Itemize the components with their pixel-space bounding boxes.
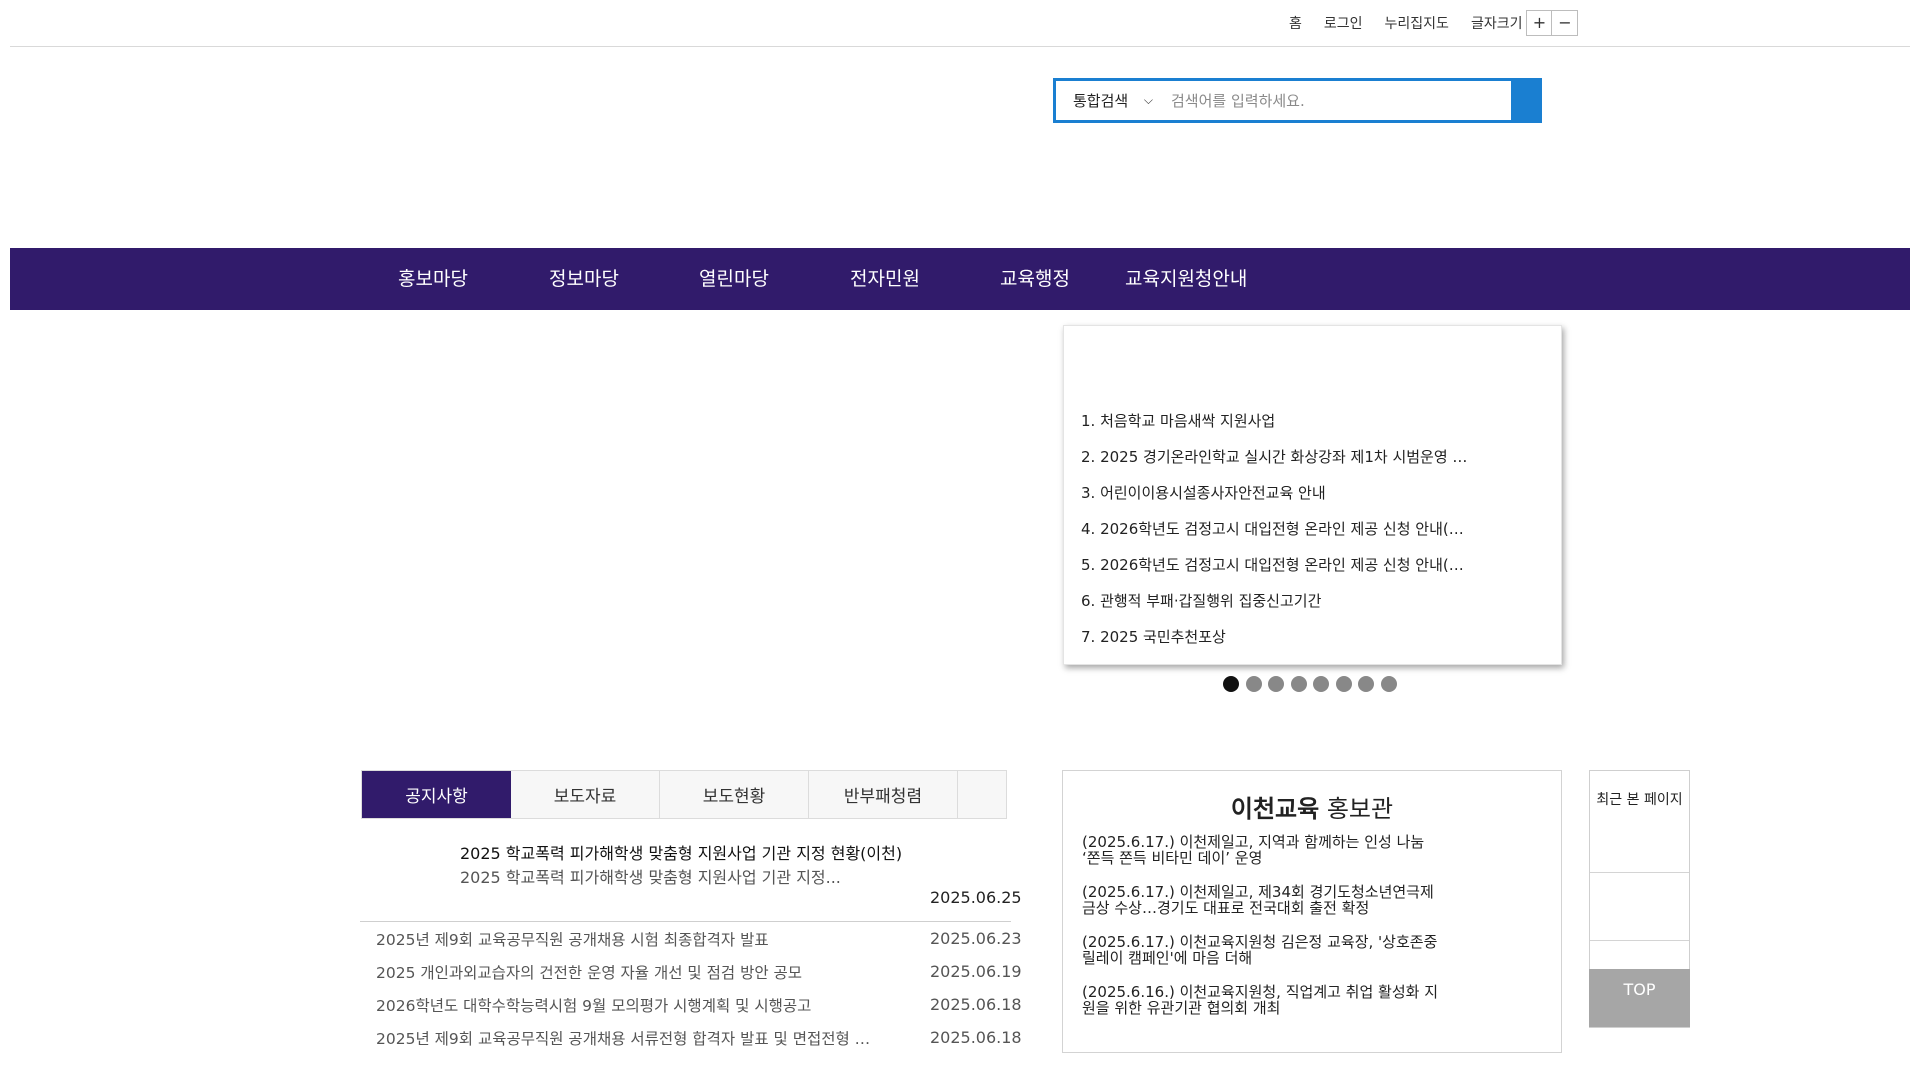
popular-item[interactable]: 2. 2025 경기온라인학교 실시간 화상강좌 제1차 시범운영 … (1081, 446, 1467, 467)
featured-notice-date: 2025.06.25 (930, 888, 1022, 907)
popular-item[interactable]: 6. 관행적 부패·갑질행위 집중신고기간 (1081, 590, 1321, 611)
font-decrease-button[interactable]: − (1552, 10, 1579, 36)
notice-date: 2025.06.18 (930, 1028, 1022, 1047)
notice-title[interactable]: 2025년 제9회 교육공무직원 공개채용 시험 최종합격자 발표 (376, 928, 769, 950)
divider (360, 921, 1011, 922)
nav-item-administration[interactable]: 교육행정 (1000, 248, 1070, 310)
popular-item[interactable]: 3. 어린이이용시설종사자안전교육 안내 (1081, 482, 1326, 503)
promotion-item[interactable]: (2025.6.17.) 이천교육지원청 김은정 교육장, '상호존중 릴레이 … (1082, 934, 1442, 966)
popular-item[interactable]: 4. 2026학년도 검정고시 대입전형 온라인 제공 신청 안내(… (1081, 518, 1464, 539)
slider-dot[interactable] (1268, 676, 1284, 692)
promotion-title: 이천교육 홍보관 (1063, 789, 1561, 824)
slider-dot[interactable] (1358, 676, 1374, 692)
font-size-label: 글자크기 (1470, 16, 1523, 32)
search-scope-select[interactable]: 통합검색 ⌵ (1056, 81, 1161, 120)
popular-item[interactable]: 1. 처음학교 마음새싹 지원사업 (1081, 410, 1275, 431)
login-link[interactable]: 로그인 (1324, 13, 1363, 33)
nav-item-e-petition[interactable]: 전자민원 (850, 248, 920, 310)
slider-dot[interactable] (1223, 676, 1239, 692)
promotion-title-rest: 홍보관 (1319, 795, 1394, 823)
tab-press-releases[interactable]: 보도자료 (511, 771, 660, 818)
slider-dot[interactable] (1313, 676, 1329, 692)
promotion-panel: 이천교육 홍보관 (2025.6.17.) 이천제일고, 지역과 함께하는 인성… (1062, 770, 1562, 1053)
slider-dot[interactable] (1245, 676, 1262, 692)
tab-press-status[interactable]: 보도현황 (660, 771, 809, 818)
popular-item[interactable]: 5. 2026학년도 검정고시 대입전형 온라인 제공 신청 안내(… (1081, 554, 1464, 575)
slider-dot[interactable] (1335, 676, 1352, 692)
notice-date: 2025.06.18 (930, 995, 1022, 1014)
tab-anti-corruption[interactable]: 반부패청렴 (809, 771, 958, 818)
home-link[interactable]: 홈 (1289, 13, 1302, 33)
recent-pages-title: 최근 본 페이지 (1596, 792, 1683, 808)
nav-item-about[interactable]: 교육지원청안내 (1125, 248, 1247, 310)
notice-title[interactable]: 2025년 제9회 교육공무직원 공개채용 서류전형 합격자 발표 및 면접전형… (376, 1027, 870, 1049)
search-scope-value: 통합검색 (1073, 92, 1129, 110)
slider-dot[interactable] (1290, 676, 1307, 692)
tab-spacer (958, 771, 1006, 818)
promotion-item[interactable]: (2025.6.16.) 이천교육지원청, 직업계고 취업 활성화 지원을 위한… (1082, 984, 1442, 1016)
nav-item-promotion[interactable]: 홍보마당 (398, 248, 468, 310)
nav-item-information[interactable]: 정보마당 (549, 248, 619, 310)
popular-item[interactable]: 7. 2025 국민추천포상 (1081, 626, 1226, 647)
notice-title[interactable]: 2026학년도 대학수학능력시험 9월 모의평가 시행계획 및 시행공고 (376, 994, 811, 1016)
promotion-item[interactable]: (2025.6.17.) 이천제일고, 지역과 함께하는 인성 나눔 ‘쫀득 쫀… (1082, 834, 1442, 866)
search-box: 통합검색 ⌵ (1053, 78, 1514, 123)
utility-bar: 홈 로그인 누리집지도 글자크기 + − (10, 0, 1910, 47)
divider (1590, 940, 1689, 941)
slider-pagination (1223, 676, 1403, 692)
notice-tabs: 공지사항 보도자료 보도현황 반부패청렴 (361, 770, 1007, 819)
nav-item-open-forum[interactable]: 열린마당 (699, 248, 769, 310)
promotion-item[interactable]: (2025.6.17.) 이천제일고, 제34회 경기도청소년연극제 금상 수상… (1082, 884, 1442, 916)
slider-dot[interactable] (1380, 676, 1397, 692)
main-navigation: 홍보마당 정보마당 열린마당 전자민원 교육행정 교육지원청안내 (10, 248, 1910, 310)
font-increase-button[interactable]: + (1526, 10, 1553, 36)
chevron-down-icon: ⌵ (1143, 93, 1153, 107)
notice-title[interactable]: 2025 개인과외교습자의 건전한 운영 자율 개선 및 점검 방안 공모 (376, 961, 802, 983)
scroll-top-button[interactable]: TOP (1589, 969, 1690, 1027)
divider (1590, 872, 1689, 873)
notice-date: 2025.06.23 (930, 929, 1022, 948)
search-button[interactable] (1511, 78, 1542, 123)
sitemap-link[interactable]: 누리집지도 (1385, 13, 1449, 33)
featured-notice-title[interactable]: 2025 학교폭력 피가해학생 맞춤형 지원사업 기관 지정 현황(이천) (460, 840, 902, 864)
tab-notices[interactable]: 공지사항 (362, 771, 511, 818)
popular-list-panel: 1. 처음학교 마음새싹 지원사업 2. 2025 경기온라인학교 실시간 화상… (1063, 325, 1562, 665)
featured-notice-summary[interactable]: 2025 학교폭력 피가해학생 맞춤형 지원사업 기관 지정... (460, 864, 841, 888)
utility-links: 홈 로그인 누리집지도 글자크기 + − (1289, 10, 1579, 36)
promotion-title-bold: 이천교육 (1230, 795, 1320, 823)
search-input[interactable] (1161, 81, 1511, 120)
notice-date: 2025.06.19 (930, 962, 1022, 981)
